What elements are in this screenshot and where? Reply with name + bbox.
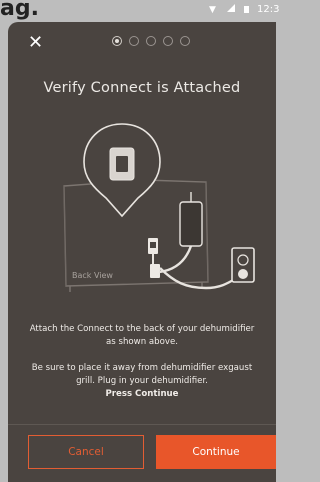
status-bar: ▼ 12:3 bbox=[0, 0, 280, 22]
back-view-label: Back View bbox=[72, 271, 113, 280]
footer-bar: Cancel Continue bbox=[8, 424, 276, 482]
cancel-button[interactable]: Cancel bbox=[28, 435, 144, 469]
instruction-placement-text: Be sure to place it away from dehumidifi… bbox=[31, 363, 253, 386]
page-title: Verify Connect is Attached bbox=[43, 80, 241, 96]
setup-card: ✕ Verify Connect is Attached Back View A… bbox=[8, 22, 276, 482]
step-indicator bbox=[112, 36, 190, 48]
continue-button[interactable]: Continue bbox=[156, 435, 276, 469]
step-dot-2 bbox=[129, 36, 139, 46]
device-illustration: Back View bbox=[63, 123, 255, 292]
instruction-placement: Be sure to place it away from dehumidifi… bbox=[26, 362, 258, 401]
battery-icon bbox=[244, 6, 249, 13]
wifi-icon: ▼ bbox=[209, 5, 216, 15]
close-icon[interactable]: ✕ bbox=[28, 34, 46, 52]
power-adapter-icon bbox=[179, 201, 203, 247]
instruction-press-continue: Press Continue bbox=[105, 389, 179, 399]
step-dot-1 bbox=[112, 36, 122, 46]
step-dot-3 bbox=[146, 36, 156, 46]
instruction-attach: Attach the Connect to the back of your d… bbox=[29, 324, 255, 347]
step-dot-5 bbox=[180, 36, 190, 46]
signal-icon bbox=[227, 4, 235, 12]
step-dot-4 bbox=[163, 36, 173, 46]
status-time: 12:3 bbox=[257, 4, 280, 15]
